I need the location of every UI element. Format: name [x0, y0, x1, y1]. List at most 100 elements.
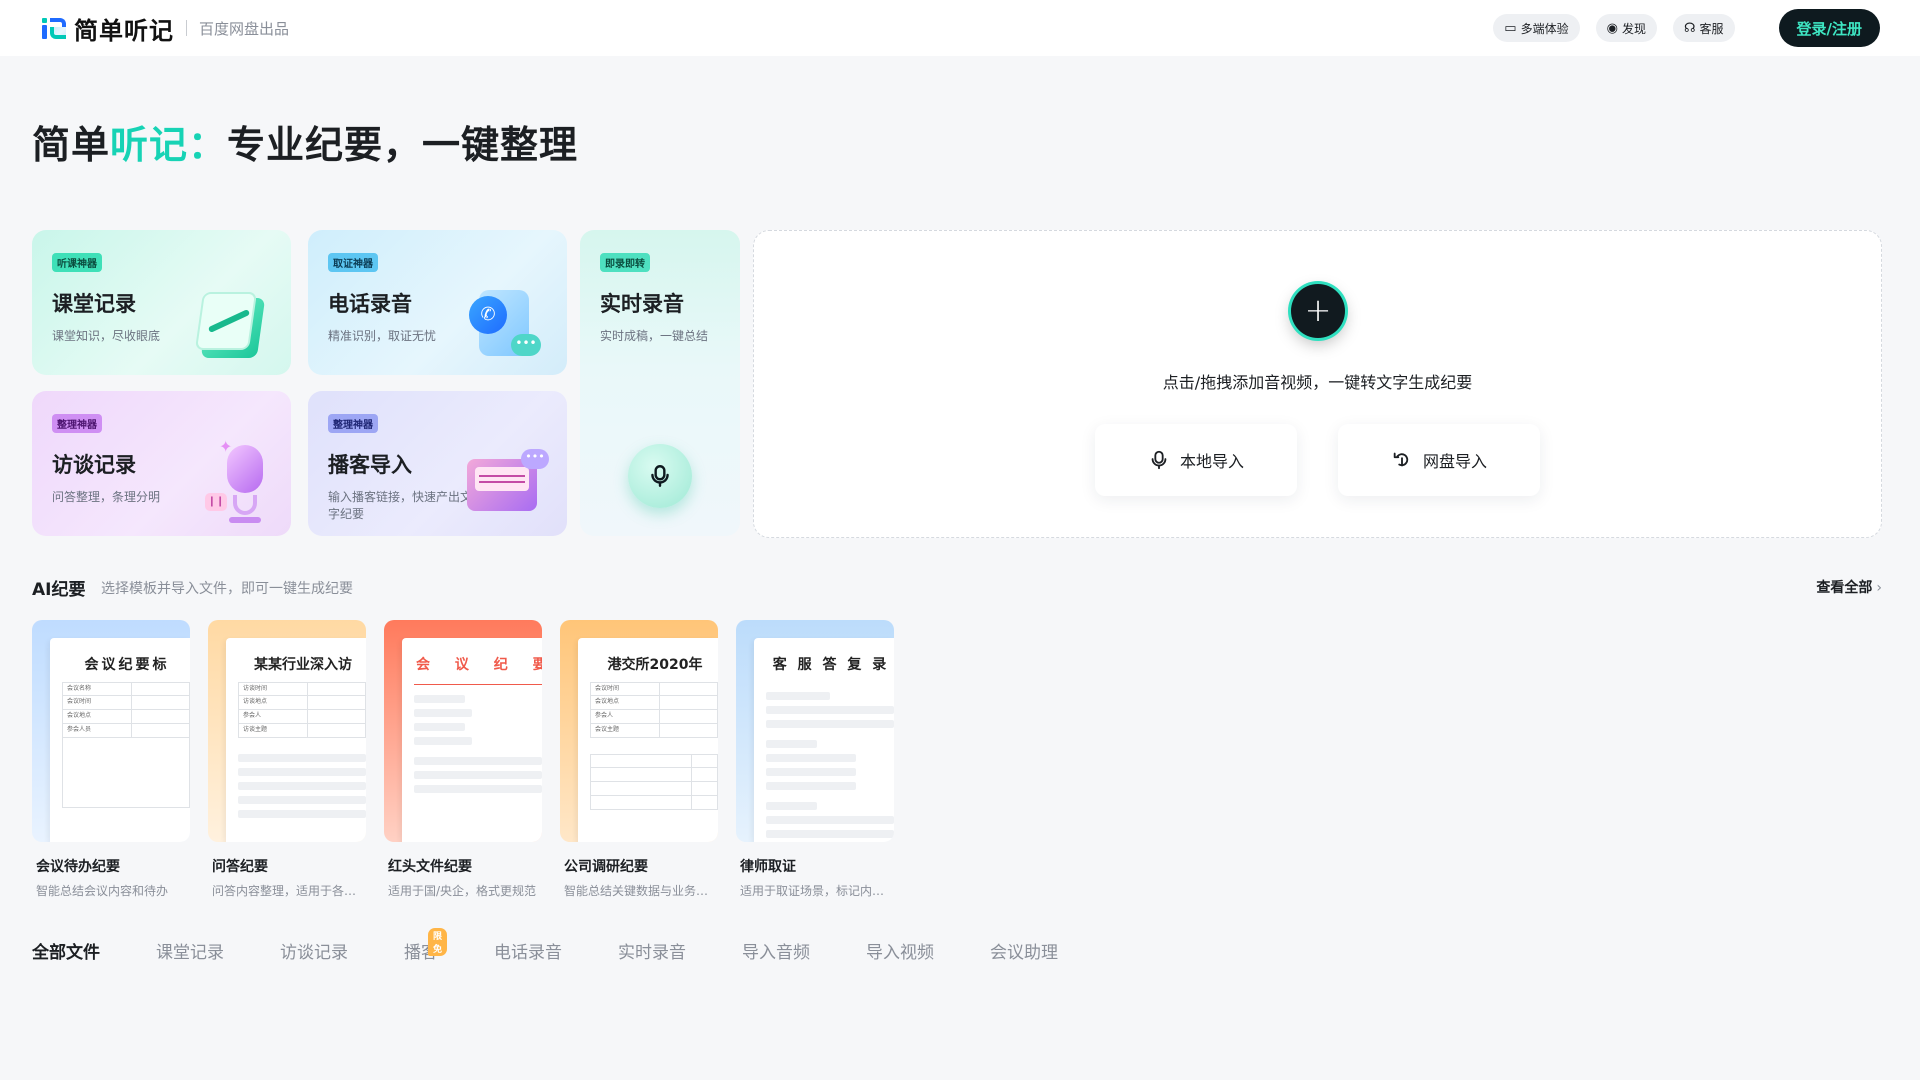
microphone-icon	[651, 465, 669, 487]
pan-import-button[interactable]: 网盘导入	[1338, 424, 1540, 496]
template-paper-title: 港交所2020年	[607, 657, 703, 673]
upload-hint: 点击/拖拽添加音视频，一键转文字生成纪要	[1162, 373, 1473, 392]
local-import-label: 本地导入	[1179, 452, 1244, 471]
cloud-drive-icon	[1393, 452, 1409, 467]
notebook-icon	[194, 292, 266, 358]
table-cell: 会议主题	[591, 724, 661, 737]
table-cell: 会议地点	[591, 696, 661, 709]
plus-icon: +	[1304, 291, 1332, 329]
card-desc: 输入播客链接，快速产出文字纪要	[328, 490, 473, 521]
template-paper-title: 会议纪要标	[84, 657, 170, 673]
template-card[interactable]: 港交所2020年 会议时间 会议地点 参会人 会议主题 公司调研纪要 智能总结关…	[560, 620, 718, 899]
logo[interactable]: 简单听记 百度网盘出品	[40, 11, 289, 46]
template-paper-title: 某某行业深入访	[254, 657, 352, 673]
table-cell: 访谈主题	[239, 724, 309, 737]
template-desc: 智能总结会议内容和待办	[36, 884, 169, 898]
template-desc: 问答内容整理，适用于各类...	[212, 884, 366, 898]
table-cell: 访谈地点	[239, 696, 309, 709]
ai-section-subtitle: 选择模板并导入文件，即可一键生成纪要	[101, 581, 353, 597]
record-button[interactable]	[628, 444, 692, 508]
card-tag: 取证神器	[328, 253, 378, 272]
template-desc: 适用于国/央企，格式更规范	[388, 884, 537, 898]
add-file-button[interactable]: +	[1291, 284, 1345, 338]
card-phone-record[interactable]: 取证神器 电话录音 精准识别，取证无忧 ✆ •••	[308, 230, 567, 375]
tab-meeting-assistant[interactable]: 会议助理	[990, 938, 1058, 963]
card-desc: 实时成稿，一键总结	[600, 329, 709, 343]
devices-icon: ▭	[1504, 20, 1517, 36]
table-cell: 参会人员	[63, 724, 133, 737]
title-part1: 简单	[32, 123, 111, 167]
card-tag: 即录即转	[600, 253, 650, 272]
template-name: 律师取证	[740, 859, 796, 875]
microphone-icon	[1151, 450, 1167, 470]
logo-icon	[40, 15, 68, 41]
discover-label: 发现	[1621, 21, 1646, 36]
table-cell: 访谈时间	[239, 683, 309, 695]
view-all-label: 查看全部	[1816, 580, 1873, 596]
logo-subtitle: 百度网盘出品	[199, 19, 290, 38]
service-button[interactable]: ☊ 客服	[1672, 14, 1735, 42]
card-tag: 听课神器	[52, 253, 102, 272]
table-cell: 会议时间	[591, 683, 661, 695]
headset-icon: ☊	[1683, 20, 1696, 36]
template-card[interactable]: 客 服 答 复 录 律师取证 适用于取证场景，标记内容...	[736, 620, 894, 899]
compass-icon: ◉	[1606, 20, 1618, 36]
template-paper-title: 客 服 答 复 录	[772, 657, 890, 673]
tab-all-files[interactable]: 全部文件	[32, 938, 100, 963]
login-button[interactable]: 登录/注册	[1778, 9, 1880, 47]
template-card[interactable]: 某某行业深入访 访谈时间 访谈地点 参会人 访谈主题 问答纪要 问答内容整理，适…	[208, 620, 366, 899]
title-part2: 专业纪要，一键整理	[227, 123, 579, 167]
card-class-record[interactable]: 听课神器 课堂记录 课堂知识，尽收眼底	[32, 230, 291, 375]
table-cell: 会议时间	[63, 696, 133, 709]
upload-dropzone[interactable]: + 点击/拖拽添加音视频，一键转文字生成纪要 本地导入 网盘导入	[753, 230, 1882, 538]
table-cell: 参会人	[591, 710, 661, 723]
multi-device-label: 多端体验	[1520, 21, 1569, 36]
template-thumbnail: 客 服 答 复 录	[736, 620, 894, 842]
service-label: 客服	[1699, 21, 1724, 36]
card-interview-record[interactable]: 整理神器 访谈记录 问答整理，条理分明 ✦ ❙❙	[32, 391, 291, 536]
template-desc: 智能总结关键数据与业务信息	[564, 884, 718, 898]
tab-class-record[interactable]: 课堂记录	[156, 938, 224, 963]
card-podcast-import[interactable]: 整理神器 播客导入 输入播客链接，快速产出文字纪要 •••	[308, 391, 567, 536]
local-import-button[interactable]: 本地导入	[1095, 424, 1297, 496]
ai-section-title: AI纪要	[32, 580, 86, 600]
free-badge: 限免	[428, 928, 448, 956]
template-name: 红头文件纪要	[388, 859, 472, 875]
card-tag: 整理神器	[52, 414, 102, 433]
top-header: 简单听记 百度网盘出品 ▭ 多端体验 ◉ 发现 ☊ 客服 登录/注册	[0, 0, 1920, 56]
template-name: 会议待办纪要	[36, 859, 120, 875]
template-paper-title: 会 议 纪 要	[416, 657, 542, 673]
template-thumbnail: 会议纪要标 会议名称 会议时间 会议地点 参会人员	[32, 620, 190, 842]
table-cell: 参会人	[239, 710, 309, 723]
card-title: 实时录音	[600, 292, 684, 316]
file-tabs: 全部文件 课堂记录 访谈记录 播客 限免 电话录音 实时录音 导入音频 导入视频…	[32, 928, 1114, 963]
tab-realtime-record[interactable]: 实时录音	[618, 938, 686, 963]
discover-button[interactable]: ◉ 发现	[1595, 14, 1657, 42]
chevron-right-icon: ›	[1876, 580, 1882, 596]
pan-import-label: 网盘导入	[1422, 452, 1487, 471]
logo-text: 简单听记	[74, 16, 174, 45]
tab-phone-record[interactable]: 电话录音	[494, 938, 562, 963]
card-realtime-record[interactable]: 即录即转 实时录音 实时成稿，一键总结	[580, 230, 740, 536]
view-all-link[interactable]: 查看全部 ›	[1816, 577, 1882, 597]
template-desc: 适用于取证场景，标记内容...	[740, 884, 894, 898]
tab-import-audio[interactable]: 导入音频	[742, 938, 810, 963]
multi-device-button[interactable]: ▭ 多端体验	[1493, 14, 1580, 42]
table-cell: 会议名称	[63, 683, 133, 695]
template-card[interactable]: 会议纪要标 会议名称 会议时间 会议地点 参会人员 会议待办纪要 智能总结会议内…	[32, 620, 190, 899]
logo-divider	[186, 20, 187, 36]
template-thumbnail: 会 议 纪 要	[384, 620, 542, 842]
tab-interview-record[interactable]: 访谈记录	[280, 938, 348, 963]
tab-podcast[interactable]: 播客 限免	[404, 928, 448, 963]
page-title: 简单听记：专业纪要，一键整理	[32, 114, 578, 169]
tab-import-video[interactable]: 导入视频	[866, 938, 934, 963]
template-name: 公司调研纪要	[564, 859, 648, 875]
template-card[interactable]: 会 议 纪 要 红头文件纪要 适用于国/央企，格式更规范	[384, 620, 542, 899]
podcast-mic-icon: ✦ ❙❙	[205, 437, 271, 525]
template-thumbnail: 某某行业深入访 访谈时间 访谈地点 参会人 访谈主题	[208, 620, 366, 842]
title-accent: 听记：	[110, 123, 228, 167]
card-tag: 整理神器	[328, 414, 378, 433]
phone-icon: ✆ •••	[469, 286, 541, 362]
template-thumbnail: 港交所2020年 会议时间 会议地点 参会人 会议主题	[560, 620, 718, 842]
header-actions: ▭ 多端体验 ◉ 发现 ☊ 客服 登录/注册	[1477, 9, 1880, 47]
